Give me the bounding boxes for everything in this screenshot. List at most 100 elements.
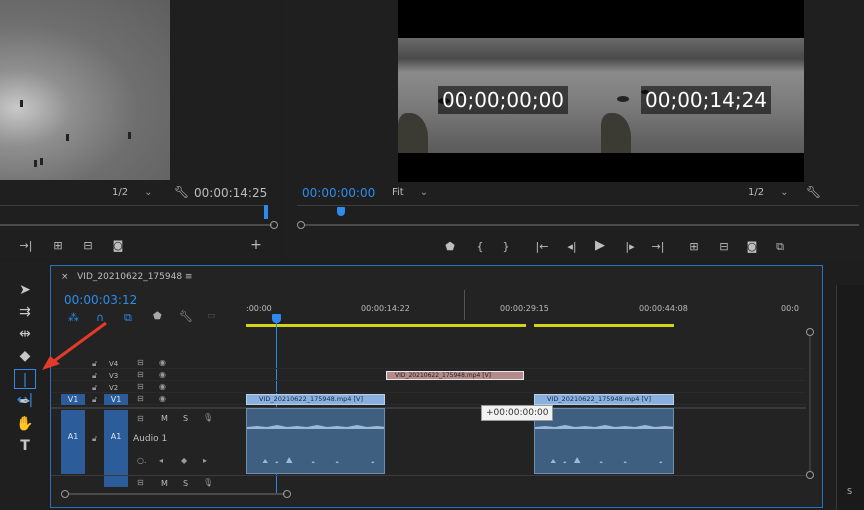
add-button-icon[interactable]: +	[248, 237, 264, 253]
ripple-edit-tool-icon[interactable]: ⇹	[14, 324, 36, 344]
track-v3: 🔓︎ V3 ⊟ ◉ VID_20210622_175948.mp4 [V]	[51, 370, 806, 381]
sync-lock-icon[interactable]: ⊟	[137, 478, 144, 487]
close-icon[interactable]: ×	[61, 272, 69, 282]
insert-clip-icon[interactable]: ⊞	[50, 239, 66, 252]
vertical-scroll-knob[interactable]	[806, 328, 814, 336]
add-marker-icon[interactable]: ⬟	[442, 240, 458, 253]
source-scrollbar[interactable]	[0, 221, 280, 229]
ruler-label: 00:00:29:15	[500, 304, 549, 313]
program-zoom-select[interactable]: 1/2 ⌄	[748, 187, 788, 201]
step-back-icon[interactable]: ◂|	[564, 240, 580, 253]
eye-icon[interactable]: ◉	[159, 370, 166, 379]
source-video-frame	[0, 0, 170, 180]
track-label: V4	[109, 360, 119, 368]
track-target-v1[interactable]: V1	[104, 394, 128, 405]
source-patch-v1[interactable]: V1	[61, 394, 85, 405]
tools-panel: ➤ ⇉ ⇹ ◆ |↔| ✒ ✋ T	[0, 262, 48, 510]
source-zoom-select[interactable]: 1/2 ⌄	[112, 187, 152, 201]
mark-in-icon[interactable]: {	[472, 240, 488, 253]
track-v4: 🔓︎ V4 ⊟ ◉	[51, 358, 806, 369]
source-patch-a1[interactable]: A1	[61, 410, 85, 474]
overwrite-icon[interactable]: ⊟	[80, 239, 96, 252]
sync-lock-icon[interactable]: ⊟	[137, 358, 144, 367]
v1-clip[interactable]: VID_20210622_175948.mp4 [V]	[534, 394, 674, 405]
timeline-ruler[interactable]: :00:00 00:00:14:22 00:00:29:15 00:00:44:…	[246, 290, 806, 326]
volume-knob-icon[interactable]: ○.	[137, 456, 147, 465]
program-fit-select[interactable]: Fit ⌄	[392, 187, 428, 201]
v3-clip[interactable]: VID_20210622_175948.mp4 [V]	[386, 371, 524, 380]
solo-button[interactable]: S	[183, 414, 188, 423]
camera-icon[interactable]: ◙	[110, 239, 126, 252]
hand-tool-icon[interactable]: ✋	[14, 414, 36, 434]
timeline-tab[interactable]: × VID_20210622_175948 ≡	[61, 272, 192, 282]
a1-clip[interactable]	[534, 408, 674, 474]
insert-icon[interactable]: →|	[18, 239, 34, 252]
eye-icon[interactable]: ◉	[159, 382, 166, 391]
play-icon[interactable]: ▶	[592, 238, 608, 253]
vertical-scroll-knob[interactable]	[806, 471, 814, 479]
lock-icon[interactable]: 🔓︎	[92, 371, 97, 381]
slip-tool-icon[interactable]: |↔|	[14, 369, 36, 408]
a1-clip[interactable]	[246, 408, 385, 474]
source-end-marker	[264, 205, 268, 219]
timeline-playhead-timecode[interactable]: 00:00:03:12	[64, 293, 137, 307]
add-keyframe-icon[interactable]: ◆	[181, 456, 187, 465]
pen-tool-icon[interactable]: ✒	[14, 392, 36, 412]
wrench-icon[interactable]: 🔧︎	[806, 185, 821, 199]
program-timecode[interactable]: 00:00:00:00	[302, 186, 375, 200]
v1-clip[interactable]: VID_20210622_175948.mp4 [V]	[246, 394, 385, 405]
compare-view-icon[interactable]: ⧉	[772, 240, 788, 254]
program-playhead[interactable]	[337, 207, 345, 216]
overlay-timecode-right: 00;00;14;24	[641, 86, 772, 114]
sync-lock-icon[interactable]: ⊟	[137, 394, 144, 403]
prev-keyframe-icon[interactable]: ◂	[159, 456, 163, 465]
program-scrollbar[interactable]	[297, 221, 863, 229]
wrench-icon[interactable]: 🔧︎	[179, 310, 193, 323]
source-timecode: 00:00:14:25	[194, 186, 268, 200]
ruler-label: :00:00	[246, 304, 272, 313]
go-to-in-icon[interactable]: |←	[534, 240, 550, 253]
eye-icon[interactable]: ◉	[159, 394, 166, 403]
sync-lock-icon[interactable]: ⊟	[137, 382, 144, 391]
microphone-icon[interactable]: 🎙︎	[203, 478, 213, 487]
mark-out-icon[interactable]: }	[498, 240, 514, 253]
solo-button[interactable]: S	[183, 479, 188, 488]
track-v2: 🔓︎ V2 ⊟ ◉	[51, 382, 806, 393]
step-forward-icon[interactable]: |▸	[622, 240, 638, 253]
ruler-label: 00:00:44:08	[639, 304, 688, 313]
mute-button[interactable]: M	[161, 479, 168, 488]
lift-icon[interactable]: ⊞	[686, 240, 702, 253]
eye-icon[interactable]: ◉	[159, 358, 166, 367]
program-time-ruler[interactable]	[297, 205, 859, 219]
audio-track-name: Audio 1	[133, 434, 168, 444]
linked-selection-icon[interactable]: ⧉	[124, 311, 132, 325]
source-time-ruler[interactable]	[0, 205, 268, 219]
overlay-timecode-left: 00;00;00;00	[438, 86, 569, 114]
captions-icon[interactable]: ▭	[207, 311, 216, 321]
track-select-tool-icon[interactable]: ⇉	[14, 302, 36, 322]
add-marker-icon[interactable]: ⬟	[153, 311, 162, 322]
type-tool-icon[interactable]: T	[14, 436, 36, 456]
lock-icon[interactable]: 🔓︎	[92, 383, 97, 393]
lock-icon[interactable]: 🔓︎	[92, 395, 97, 405]
go-to-out-icon[interactable]: →|	[650, 240, 666, 253]
sync-lock-icon[interactable]: ⊟	[137, 370, 144, 379]
camera-icon[interactable]: ◙	[744, 240, 760, 253]
ruler-label: 00:0	[781, 304, 799, 313]
track-label: V3	[109, 372, 119, 380]
menu-icon[interactable]: ≡	[185, 272, 193, 282]
ruler-label: 00:00:14:22	[361, 304, 410, 313]
selection-tool-icon[interactable]: ➤	[14, 280, 36, 300]
timeline-playhead[interactable]	[272, 314, 281, 323]
razor-tool-icon[interactable]: ◆	[14, 346, 36, 366]
mute-button[interactable]: M	[161, 414, 168, 423]
microphone-icon[interactable]: 🎙︎	[203, 413, 213, 422]
next-keyframe-icon[interactable]: ▸	[203, 456, 207, 465]
drag-offset-tooltip: +00:00:00:00	[481, 405, 554, 421]
timeline-horizontal-scrollbar[interactable]	[61, 490, 291, 498]
sync-lock-icon[interactable]: ⊟	[137, 414, 144, 423]
wrench-icon[interactable]: 🔧︎	[174, 185, 189, 199]
lock-icon[interactable]: 🔓︎	[92, 434, 97, 444]
audio-meters-panel: S	[836, 285, 864, 510]
extract-icon[interactable]: ⊟	[716, 240, 732, 253]
